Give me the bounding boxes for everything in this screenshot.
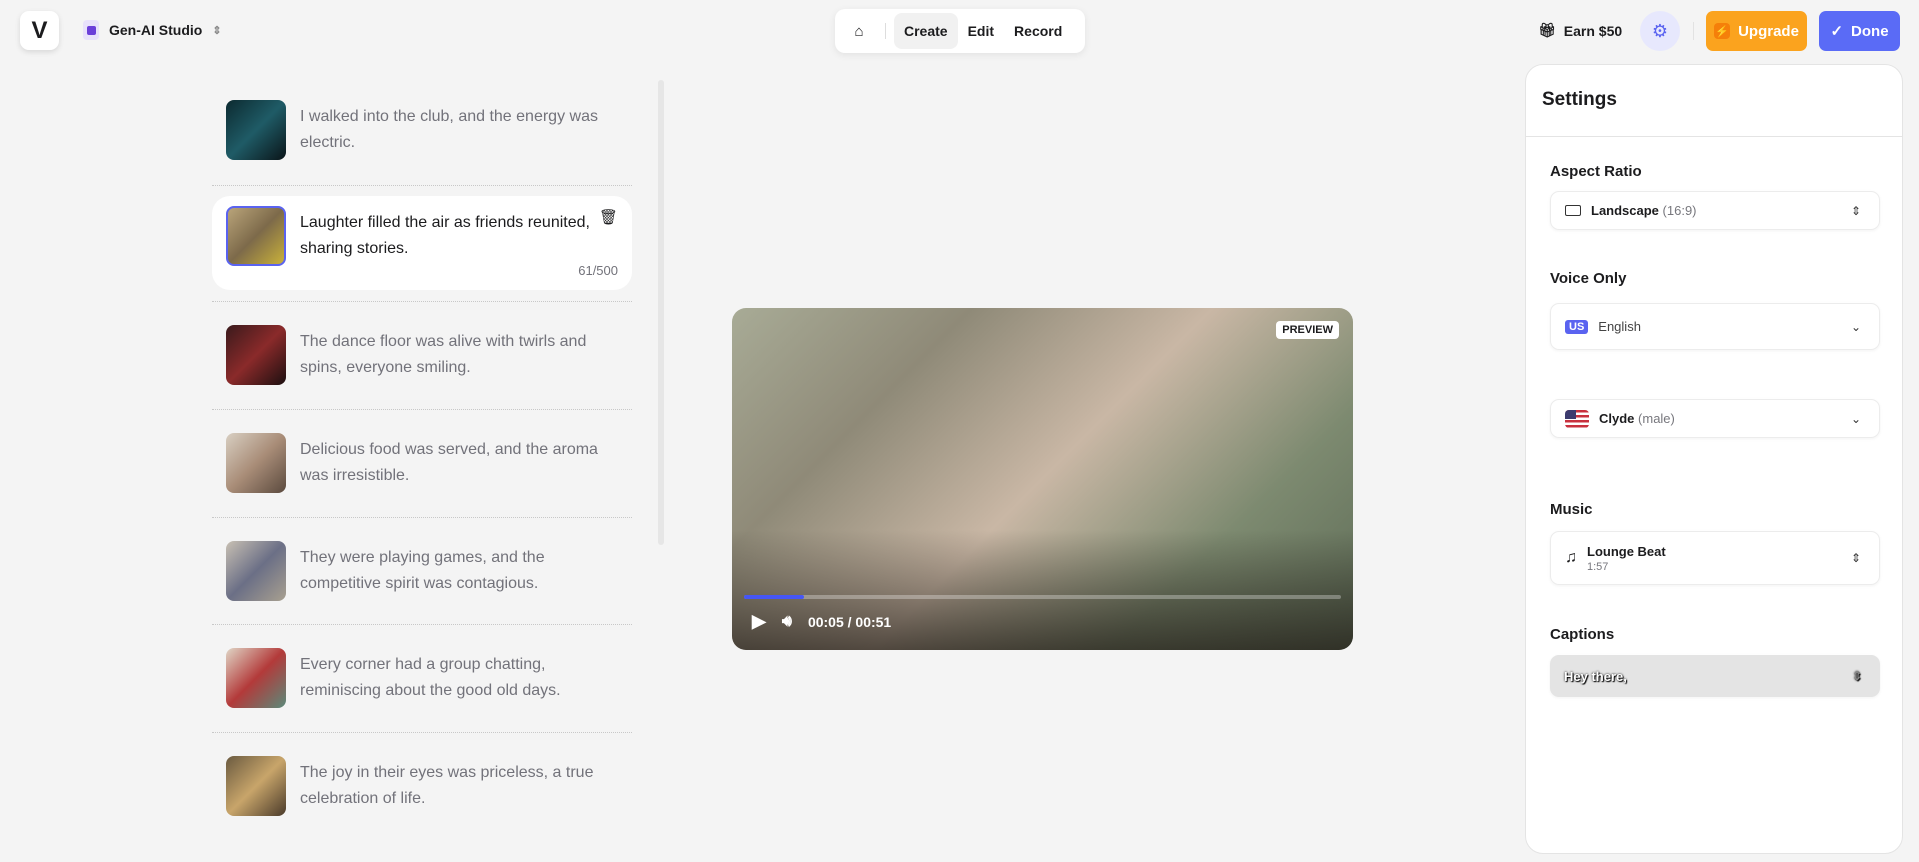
settings-title: Settings	[1526, 65, 1902, 137]
caption-style-value: Hey there,	[1564, 668, 1627, 684]
aspect-value: Landscape	[1591, 203, 1659, 218]
chevron-updown-icon: ⇕	[1851, 669, 1862, 683]
tab-record[interactable]: Record	[1004, 13, 1072, 49]
time-readout: 00:05 / 00:51	[807, 613, 892, 630]
earn-label: Earn $50	[1563, 22, 1623, 39]
progress-bar[interactable]	[744, 595, 1341, 599]
earn-button[interactable]: 🎁︎ Earn $50	[1538, 22, 1622, 39]
scene-text[interactable]: Delicious food was served, and the aroma…	[300, 433, 600, 489]
aspect-ratio-value: (16:9)	[1662, 203, 1697, 218]
scene-thumbnail	[226, 648, 286, 708]
chevron-updown-icon: ⇕	[1850, 551, 1861, 565]
preview-badge: PREVIEW	[1276, 321, 1339, 339]
scene-text[interactable]: Every corner had a group chatting, remin…	[300, 648, 600, 704]
scene-text[interactable]: I walked into the club, and the energy w…	[300, 100, 600, 156]
scene-text[interactable]: The dance floor was alive with twirls an…	[300, 325, 600, 381]
music-note-icon: ♫	[1565, 549, 1577, 566]
us-badge: US	[1565, 319, 1589, 334]
settings-panel: Settings Aspect Ratio Landscape (16:9) ⇕ …	[1525, 64, 1903, 854]
scene-text[interactable]: They were playing games, and the competi…	[300, 541, 600, 597]
bolt-icon: ⚡	[1714, 23, 1731, 39]
scene-item-active[interactable]: Laughter filled the air as friends reuni…	[212, 196, 632, 290]
chevron-down-icon: ⌄	[1850, 411, 1861, 426]
scene-thumbnail	[226, 756, 286, 816]
captions-select[interactable]: Hey there, ⇕	[1550, 655, 1880, 697]
chevron-updown-icon: ⇕	[212, 24, 222, 37]
scene-thumbnail	[226, 206, 286, 266]
volume-icon[interactable]: 🔊︎	[782, 613, 792, 631]
tab-edit[interactable]: Edit	[958, 13, 1004, 49]
us-flag-icon	[1565, 409, 1589, 428]
scene-thumbnail	[226, 433, 286, 493]
scene-item[interactable]: I walked into the club, and the energy w…	[212, 100, 632, 160]
scene-item[interactable]: Every corner had a group chatting, remin…	[212, 648, 632, 708]
scene-item[interactable]: Delicious food was served, and the aroma…	[212, 433, 632, 493]
rectangle-icon	[1565, 205, 1581, 216]
aspect-ratio-select[interactable]: Landscape (16:9) ⇕	[1550, 191, 1880, 230]
chevron-down-icon: ⌄	[1850, 319, 1861, 334]
mode-nav: ⌂ Create Edit Record	[835, 9, 1085, 53]
video-preview[interactable]: PREVIEW ▶ 🔊︎ 00:05 / 00:51	[732, 308, 1353, 650]
voice-only-label: Voice Only	[1550, 270, 1627, 287]
done-label: Done	[1851, 22, 1889, 40]
scene-item[interactable]: The joy in their eyes was priceless, a t…	[212, 756, 632, 816]
voice-select[interactable]: Clyde (male) ⌄	[1550, 399, 1880, 438]
voice-gender: (male)	[1638, 411, 1675, 426]
upgrade-button[interactable]: ⚡ Upgrade	[1706, 11, 1807, 51]
language-select[interactable]: US English ⌄	[1550, 303, 1880, 350]
gift-icon: 🎁︎	[1538, 22, 1556, 38]
voice-value: Clyde	[1599, 411, 1635, 426]
trash-icon[interactable]: 🗑︎	[599, 208, 618, 226]
char-counter: 61/500	[578, 263, 618, 278]
home-icon[interactable]: ⌂	[841, 23, 877, 40]
chevron-updown-icon: ⇕	[1850, 203, 1861, 218]
aspect-ratio-label: Aspect Ratio	[1550, 163, 1642, 180]
studio-icon	[83, 20, 99, 40]
done-button[interactable]: ✓ Done	[1819, 11, 1900, 51]
scene-item[interactable]: They were playing games, and the competi…	[212, 541, 632, 601]
scene-thumbnail	[226, 541, 286, 601]
scene-thumbnail	[226, 100, 286, 160]
app-logo[interactable]: V	[20, 11, 59, 50]
music-duration: 1:57	[1587, 560, 1609, 573]
gear-icon[interactable]: ⚙	[1640, 11, 1680, 51]
studio-switcher[interactable]: Gen-AI Studio ⇕	[83, 20, 222, 40]
scene-text-input[interactable]: Laughter filled the air as friends reuni…	[300, 206, 600, 262]
music-value: Lounge Beat	[1587, 543, 1666, 559]
scene-text[interactable]: The joy in their eyes was priceless, a t…	[300, 756, 600, 812]
scrollbar[interactable]	[658, 80, 664, 545]
studio-name: Gen-AI Studio	[109, 22, 203, 38]
language-value: English	[1598, 319, 1641, 334]
upgrade-label: Upgrade	[1738, 22, 1799, 40]
play-icon[interactable]: ▶	[752, 611, 766, 632]
music-select[interactable]: ♫ Lounge Beat 1:57 ⇕	[1550, 531, 1880, 585]
scene-thumbnail	[226, 325, 286, 385]
scene-item[interactable]: The dance floor was alive with twirls an…	[212, 325, 632, 385]
music-label: Music	[1550, 501, 1593, 518]
check-icon: ✓	[1830, 23, 1844, 40]
tab-create[interactable]: Create	[894, 13, 958, 49]
captions-label: Captions	[1550, 626, 1615, 643]
